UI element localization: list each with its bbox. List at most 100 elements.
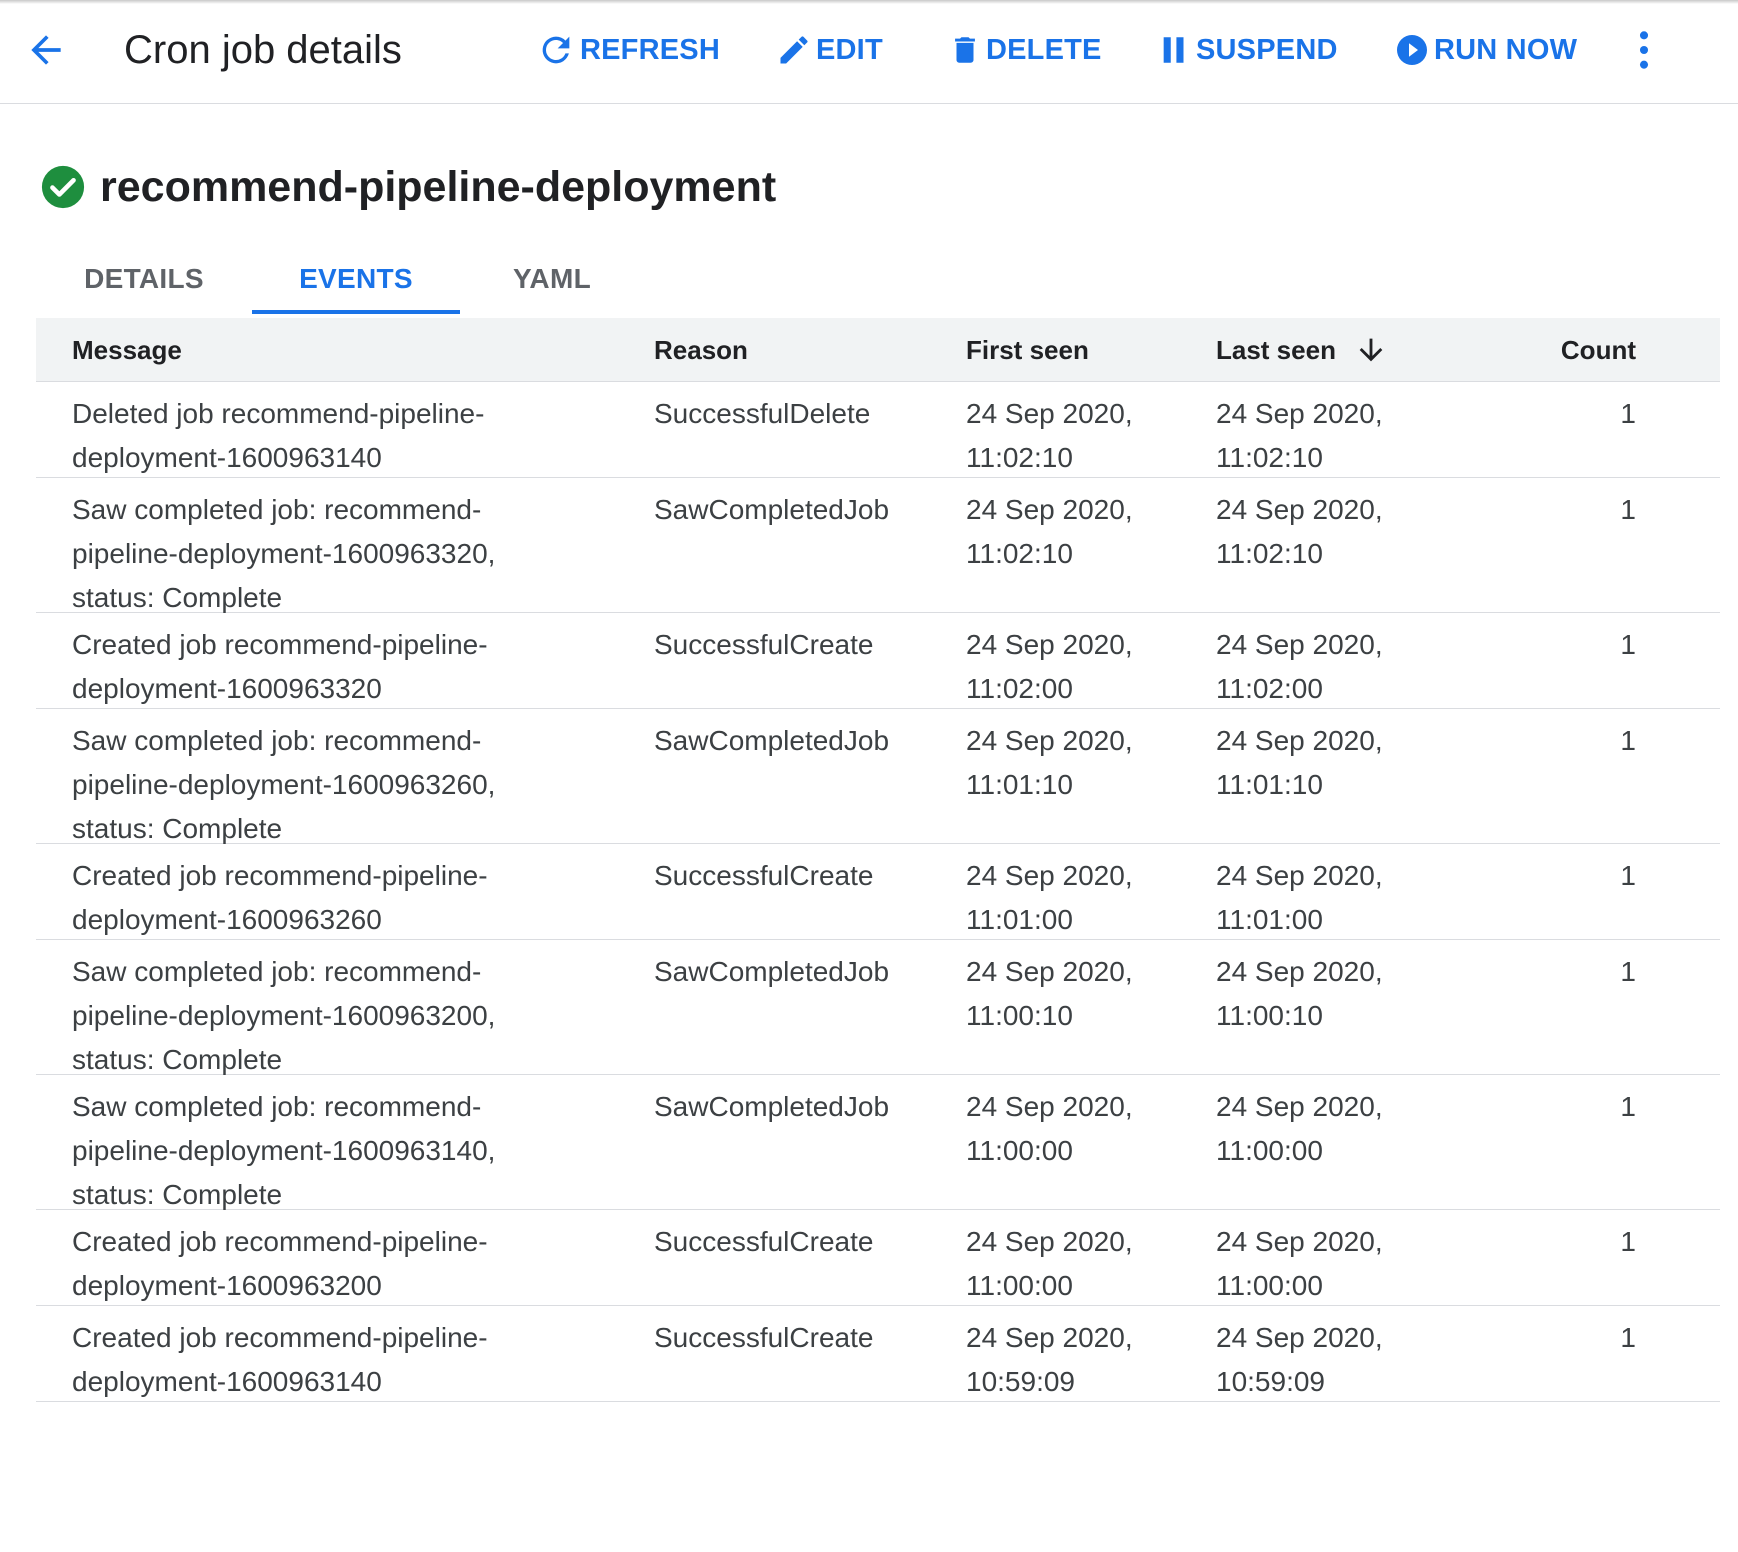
more-menu-button[interactable]: [1628, 28, 1660, 72]
cell-first-seen-line: 11:02:10: [966, 538, 1073, 569]
cell-reason: SuccessfulCreate: [654, 1226, 874, 1257]
run-now-button[interactable]: RUN NOW: [1394, 30, 1577, 70]
cell-last-seen: 24 Sep 2020, 10:59:09: [1216, 1316, 1446, 1404]
cell-first-seen-line: 11:02:10: [966, 442, 1073, 473]
cell-last-seen-line: 11:02:10: [1216, 538, 1323, 569]
column-header-last-seen[interactable]: Last seen: [1216, 318, 1446, 382]
cell-message-line: Saw completed job: recommend-: [72, 1091, 482, 1122]
pencil-icon: [780, 36, 808, 64]
cell-last-seen-line: 24 Sep 2020,: [1216, 1226, 1383, 1257]
cell-last-seen-line: 24 Sep 2020,: [1216, 956, 1383, 987]
check-circle-icon: [41, 165, 85, 209]
cell-count: 1: [1620, 1091, 1636, 1122]
cell-last-seen-line: 10:59:09: [1216, 1366, 1325, 1397]
cell-count: 1: [1620, 398, 1636, 429]
table-row: Created job recommend-pipeline-deploymen…: [36, 1306, 1720, 1402]
delete-button[interactable]: DELETE: [948, 30, 1102, 70]
cell-last-seen-line: 11:01:10: [1216, 769, 1323, 800]
cell-message-line: pipeline-deployment-1600963200,: [72, 1000, 496, 1031]
events-table: Message Reason First seen Last seen Coun…: [36, 318, 1720, 1402]
tab-yaml[interactable]: YAML: [460, 244, 644, 314]
page-title: Cron job details: [124, 28, 402, 72]
cell-first-seen: 24 Sep 2020, 11:02:10: [966, 392, 1196, 480]
cell-first-seen: 24 Sep 2020, 11:00:10: [966, 950, 1196, 1038]
play-circle-icon: [1397, 35, 1427, 65]
cell-count: 1: [1620, 956, 1636, 987]
cell-last-seen-line: 24 Sep 2020,: [1216, 860, 1383, 891]
cell-message: Created job recommend-pipeline-deploymen…: [72, 1220, 632, 1308]
cell-last-seen: 24 Sep 2020, 11:02:10: [1216, 488, 1446, 576]
suspend-button[interactable]: SUSPEND: [1158, 30, 1338, 70]
cell-message: Saw completed job: recommend-pipeline-de…: [72, 950, 632, 1082]
cell-first-seen-line: 24 Sep 2020,: [966, 494, 1133, 525]
cell-reason: SawCompletedJob: [654, 1091, 890, 1122]
table-row: Created job recommend-pipeline-deploymen…: [36, 613, 1720, 709]
cell-message-line: pipeline-deployment-1600963140,: [72, 1135, 496, 1166]
back-button[interactable]: [24, 28, 68, 72]
cell-message-line: deployment-1600963200: [72, 1270, 382, 1301]
table-row: Created job recommend-pipeline-deploymen…: [36, 844, 1720, 940]
cell-message-line: Created job recommend-pipeline-: [72, 860, 488, 891]
cell-last-seen-line: 11:01:00: [1216, 904, 1323, 935]
arrow-downward-icon: [1359, 338, 1383, 362]
table-row: Saw completed job: recommend-pipeline-de…: [36, 940, 1720, 1075]
table-body: Deleted job recommend-pipeline-deploymen…: [36, 382, 1720, 1402]
table-row: Saw completed job: recommend-pipeline-de…: [36, 709, 1720, 844]
column-header-first-seen[interactable]: First seen: [966, 318, 1196, 382]
cell-count: 1: [1620, 629, 1636, 660]
cell-first-seen-line: 11:00:00: [966, 1135, 1073, 1166]
arrow-back-icon: [31, 35, 61, 65]
column-header-count[interactable]: Count: [1436, 318, 1636, 382]
cell-first-seen: 24 Sep 2020, 11:00:00: [966, 1085, 1196, 1173]
table-header: Message Reason First seen Last seen Coun…: [36, 318, 1720, 382]
cell-message-line: pipeline-deployment-1600963320,: [72, 538, 496, 569]
tab-details[interactable]: DETAILS: [36, 244, 252, 314]
cell-message: Deleted job recommend-pipeline-deploymen…: [72, 392, 632, 480]
cell-message: Saw completed job: recommend-pipeline-de…: [72, 488, 632, 620]
cell-last-seen-line: 11:00:10: [1216, 1000, 1323, 1031]
table-row: Saw completed job: recommend-pipeline-de…: [36, 1075, 1720, 1210]
cell-last-seen-line: 24 Sep 2020,: [1216, 398, 1383, 429]
cell-reason: SuccessfulCreate: [654, 629, 874, 660]
cell-first-seen-line: 24 Sep 2020,: [966, 725, 1133, 756]
cell-message-line: Created job recommend-pipeline-: [72, 629, 488, 660]
cell-first-seen-line: 24 Sep 2020,: [966, 629, 1133, 660]
cell-last-seen-line: 24 Sep 2020,: [1216, 494, 1383, 525]
cell-reason: SawCompletedJob: [654, 725, 890, 756]
cell-reason: SawCompletedJob: [654, 494, 890, 525]
cell-last-seen-line: 11:00:00: [1216, 1135, 1323, 1166]
edit-label: EDIT: [816, 33, 883, 66]
cell-message-line: Saw completed job: recommend-: [72, 725, 482, 756]
column-header-message[interactable]: Message: [72, 318, 632, 382]
cell-last-seen: 24 Sep 2020, 11:00:10: [1216, 950, 1446, 1038]
cell-reason: SawCompletedJob: [654, 956, 890, 987]
cell-message-line: deployment-1600963260: [72, 904, 382, 935]
cell-first-seen-line: 24 Sep 2020,: [966, 1322, 1133, 1353]
cell-first-seen: 24 Sep 2020, 11:02:00: [966, 623, 1196, 711]
cell-last-seen-line: 11:00:00: [1216, 1270, 1323, 1301]
edit-button[interactable]: EDIT: [776, 30, 883, 70]
cell-message-line: deployment-1600963320: [72, 673, 382, 704]
refresh-icon: [542, 36, 570, 64]
cell-first-seen-line: 11:01:00: [966, 904, 1073, 935]
column-header-reason[interactable]: Reason: [654, 318, 954, 382]
table-row: Saw completed job: recommend-pipeline-de…: [36, 478, 1720, 613]
cell-last-seen: 24 Sep 2020, 11:02:00: [1216, 623, 1446, 711]
refresh-button[interactable]: REFRESH: [536, 30, 720, 70]
table-row: Created job recommend-pipeline-deploymen…: [36, 1210, 1720, 1306]
cell-last-seen: 24 Sep 2020, 11:02:10: [1216, 392, 1446, 480]
tab-events[interactable]: EVENTS: [252, 244, 460, 314]
cell-last-seen: 24 Sep 2020, 11:01:10: [1216, 719, 1446, 807]
cell-message-line: deployment-1600963140: [72, 442, 382, 473]
cell-last-seen-line: 24 Sep 2020,: [1216, 725, 1383, 756]
cell-first-seen-line: 24 Sep 2020,: [966, 398, 1133, 429]
resource-name: recommend-pipeline-deployment: [100, 162, 777, 211]
cell-first-seen: 24 Sep 2020, 11:01:10: [966, 719, 1196, 807]
cell-last-seen-line: 24 Sep 2020,: [1216, 1091, 1383, 1122]
delete-label: DELETE: [986, 33, 1102, 66]
table-row: Deleted job recommend-pipeline-deploymen…: [36, 382, 1720, 478]
app-header: Cron job details REFRESH EDIT DELETE SUS…: [0, 0, 1738, 104]
cell-first-seen-line: 11:00:00: [966, 1270, 1073, 1301]
run-now-label: RUN NOW: [1434, 33, 1578, 66]
cell-count: 1: [1620, 860, 1636, 891]
